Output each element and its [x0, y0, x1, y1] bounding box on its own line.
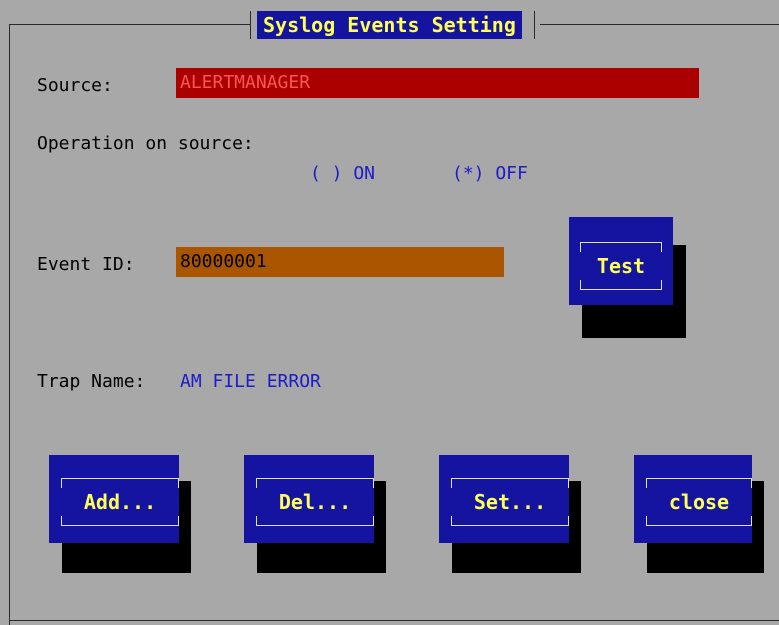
close-button-label: close — [668, 490, 730, 514]
trap-name-value: AM FILE ERROR — [180, 371, 321, 392]
del-button-inner: Del... — [256, 478, 374, 526]
title-right-divider — [533, 11, 535, 39]
operation-off-radio[interactable]: (*) OFF — [452, 162, 528, 186]
test-button-face[interactable]: Test — [569, 217, 673, 305]
test-button[interactable]: Test — [569, 217, 686, 338]
del-button-face[interactable]: Del... — [244, 455, 374, 543]
set-button[interactable]: Set... — [439, 455, 581, 573]
test-button-inner: Test — [580, 242, 662, 290]
source-field[interactable]: ALERTMANAGER — [176, 68, 699, 98]
frame-top-right-line — [540, 24, 779, 25]
source-label: Source: — [37, 75, 113, 96]
close-button-face[interactable]: close — [634, 455, 752, 543]
frame-top-left-line — [10, 24, 250, 25]
set-button-inner: Set... — [451, 478, 569, 526]
add-button-inner: Add... — [61, 478, 179, 526]
frame-left-line — [9, 24, 10, 625]
operation-on-radio[interactable]: ( ) ON — [310, 162, 375, 186]
add-button[interactable]: Add... — [49, 455, 191, 573]
set-button-label: Set... — [473, 490, 547, 514]
event-id-field[interactable]: 80000001 — [176, 247, 504, 277]
dialog-title-area: Syslog Events Setting — [250, 6, 535, 44]
event-id-label: Event ID: — [37, 254, 135, 275]
frame-bottom-line — [9, 620, 779, 621]
add-button-face[interactable]: Add... — [49, 455, 179, 543]
close-button-inner: close — [646, 478, 752, 526]
operation-label: Operation on source: — [37, 133, 254, 154]
del-button[interactable]: Del... — [244, 455, 386, 573]
del-button-label: Del... — [278, 490, 352, 514]
test-button-label: Test — [596, 254, 646, 278]
dialog-title: Syslog Events Setting — [257, 11, 522, 39]
add-button-label: Add... — [83, 490, 157, 514]
trap-name-label: Trap Name: — [37, 371, 146, 392]
set-button-face[interactable]: Set... — [439, 455, 569, 543]
title-left-divider — [250, 11, 251, 39]
close-button[interactable]: close — [634, 455, 764, 573]
